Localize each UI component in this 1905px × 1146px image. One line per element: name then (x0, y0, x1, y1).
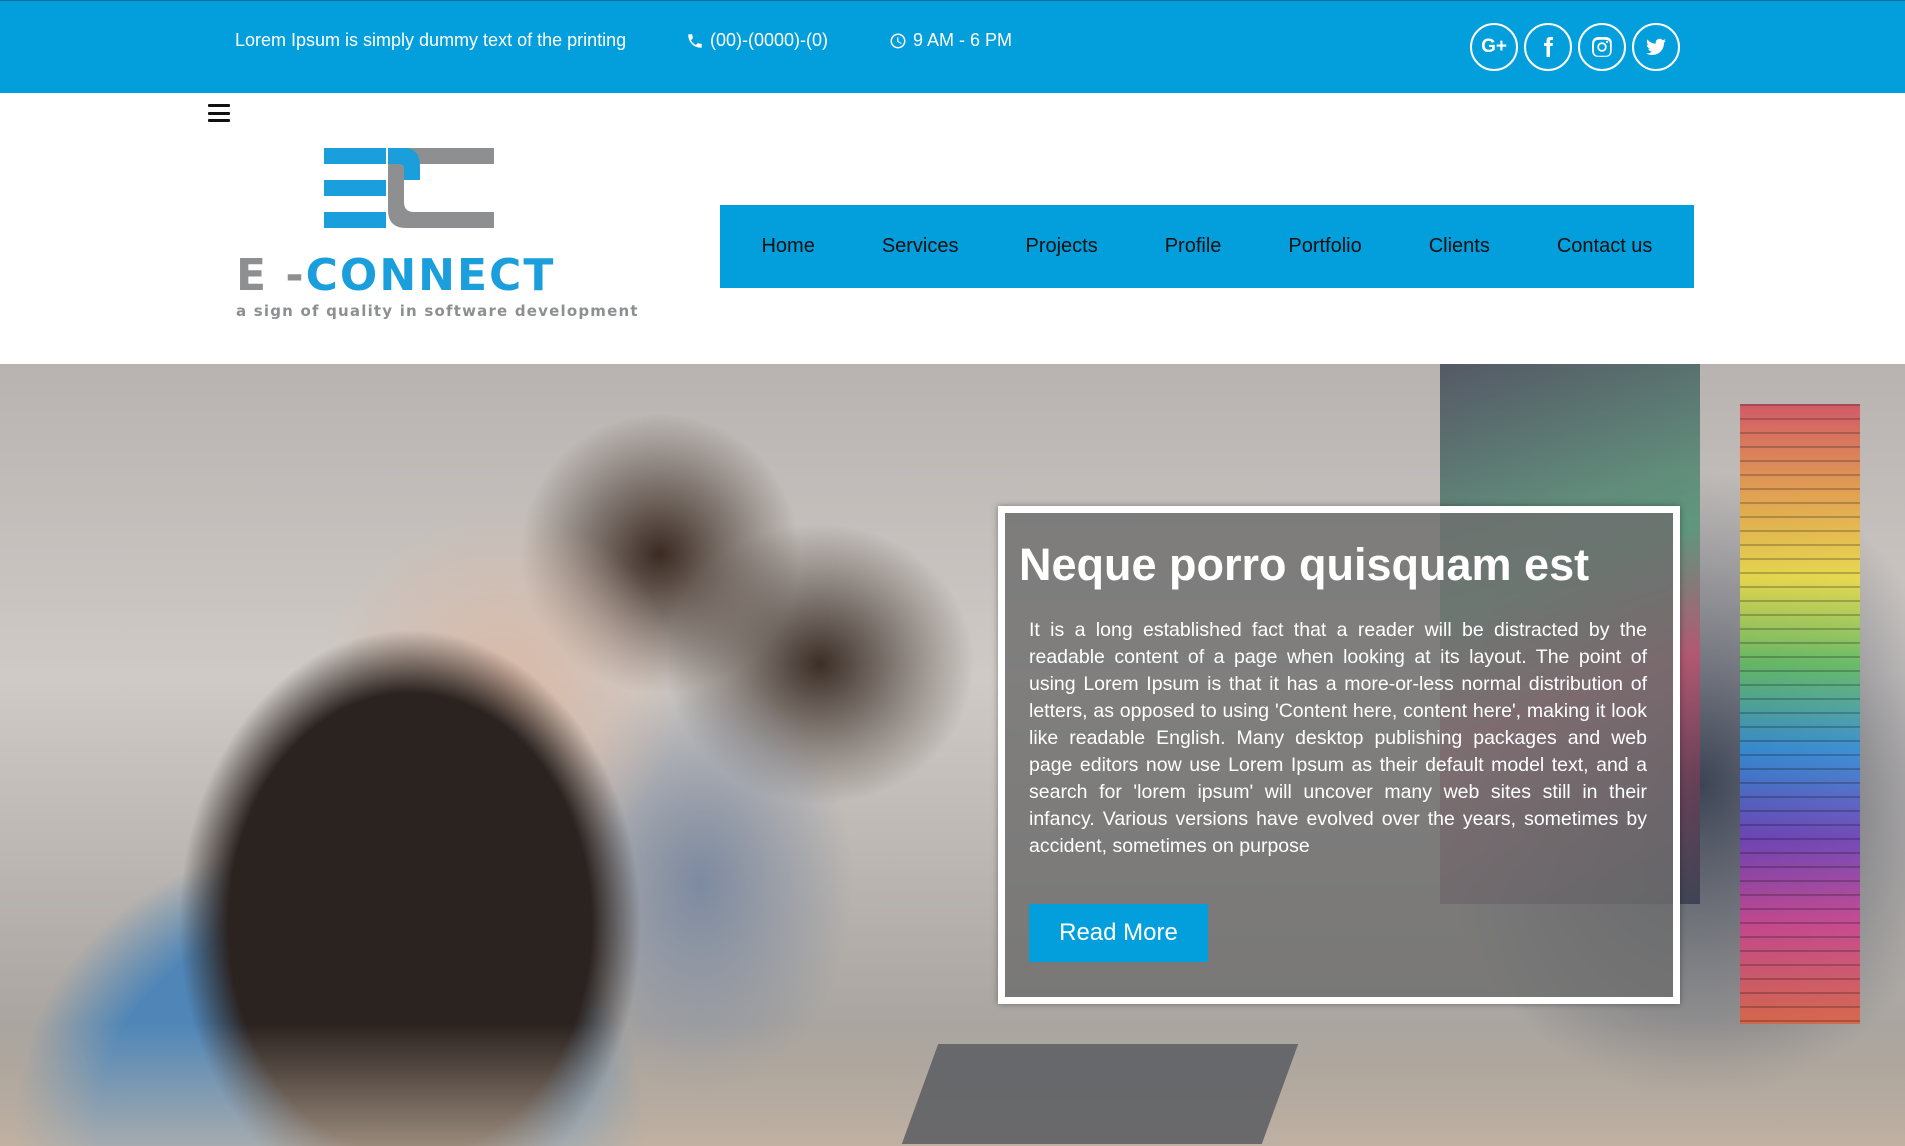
hero-keyboard-graphic (901, 1044, 1299, 1144)
top-info-bar: Lorem Ipsum is simply dummy text of the … (0, 0, 1905, 93)
business-hours: 9 AM - 6 PM (913, 30, 1013, 50)
social-links: G+ (1470, 23, 1680, 71)
nav-portfolio[interactable]: Portfolio (1288, 235, 1361, 258)
google-plus-label: G+ (1481, 36, 1507, 57)
google-plus-icon[interactable]: G+ (1470, 23, 1518, 71)
read-more-button[interactable]: Read More (1029, 904, 1208, 962)
brand-name: E -CONNECT (236, 254, 555, 298)
nav-profile[interactable]: Profile (1165, 235, 1222, 258)
instagram-icon[interactable] (1578, 23, 1626, 71)
topbar-phone: (00)-(0000)-(0) (686, 30, 828, 51)
topbar-tagline-text: Lorem Ipsum is simply dummy text of the … (235, 30, 627, 50)
brand-name-left: E - (236, 250, 306, 301)
nav-clients[interactable]: Clients (1429, 235, 1490, 258)
nav-home[interactable]: Home (761, 235, 814, 258)
hero-title: Neque porro quisquam est (1019, 539, 1590, 590)
clock-icon (890, 33, 906, 48)
topbar-hours: 9 AM - 6 PM (889, 30, 1012, 51)
nav-projects[interactable]: Projects (1025, 235, 1097, 258)
hero-color-swatch-graphic (1740, 404, 1860, 1024)
ec-monogram-icon (324, 148, 494, 228)
topbar-tagline: Lorem Ipsum is simply dummy text of the … (235, 30, 626, 51)
phone-icon (688, 33, 702, 48)
twitter-icon[interactable] (1632, 23, 1680, 71)
brand-logo[interactable]: E -CONNECT a sign of quality in software… (234, 146, 638, 326)
phone-number: (00)-(0000)-(0) (710, 30, 829, 50)
facebook-icon[interactable] (1524, 23, 1572, 71)
brand-name-right: CONNECT (305, 250, 556, 301)
brand-tagline: a sign of quality in software developmen… (236, 302, 639, 320)
hamburger-menu-icon[interactable] (208, 104, 230, 122)
main-navigation: Home Services Projects Profile Portfolio… (720, 205, 1694, 288)
nav-contact-us[interactable]: Contact us (1557, 235, 1653, 258)
hero-description: It is a long established fact that a rea… (1029, 619, 1647, 857)
nav-services[interactable]: Services (882, 235, 959, 258)
hero-content-card: Neque porro quisquam est It is a long es… (998, 506, 1680, 1004)
